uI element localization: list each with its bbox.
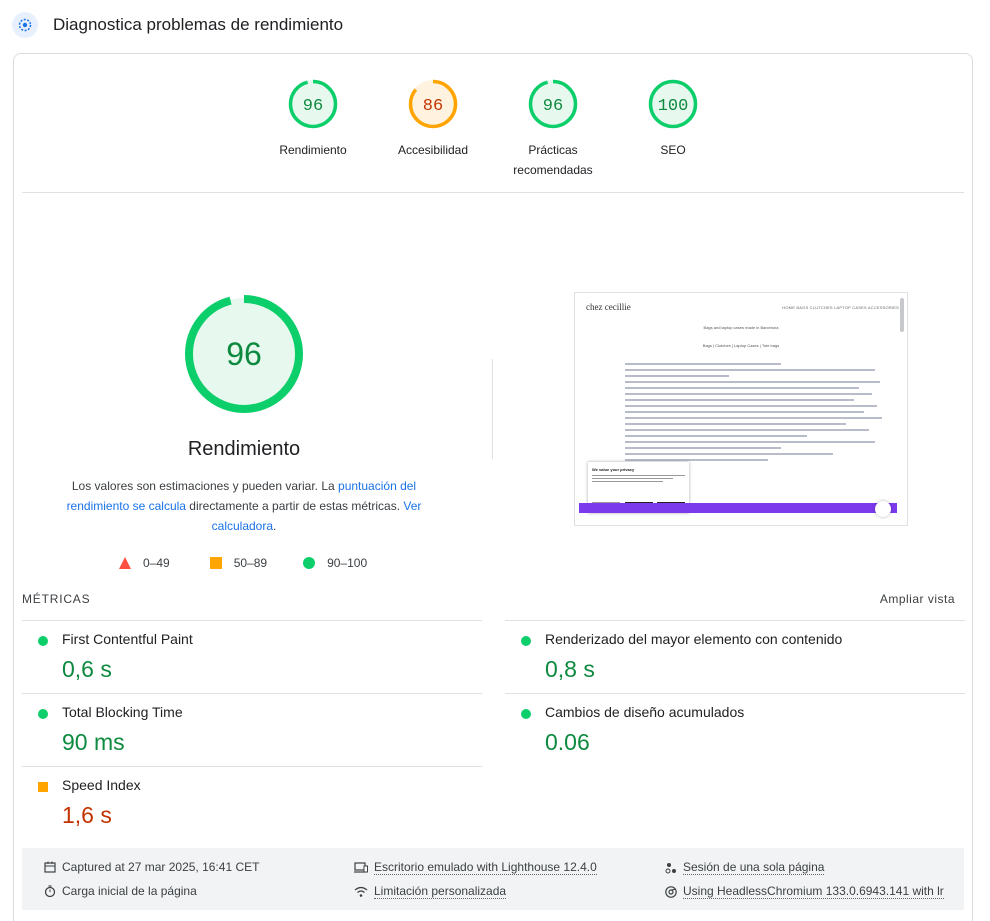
category-gauges: 96 Rendimiento 86 Accesibilidad 96 Práct… — [14, 78, 972, 188]
vertical-divider — [492, 359, 493, 459]
timer-icon — [44, 885, 56, 897]
circle-icon — [38, 636, 48, 646]
metric-value: 0.06 — [545, 729, 590, 755]
gauge-label: Accesibilidad — [397, 143, 469, 157]
footer-browser[interactable]: Using HeadlessChromium 133.0.6943.141 wi… — [665, 884, 944, 899]
metric-value: 1,6 s — [62, 802, 112, 828]
calendar-icon — [44, 861, 56, 873]
divider — [22, 192, 964, 193]
chrome-icon — [665, 885, 677, 898]
performance-title: Rendimiento — [187, 438, 301, 460]
site-tabs: Bags | Clutches | Laptop Cases | Tote ba… — [702, 343, 780, 348]
footer-throttling[interactable]: Limitación personalizada — [354, 884, 507, 899]
footer-text: Carga inicial de la página — [62, 884, 197, 898]
footer-text: Limitación personalizada — [374, 884, 507, 899]
metric-cls: Cambios de diseño acumulados 0.06 — [505, 693, 965, 766]
footer-text: Using HeadlessChromium 133.0.6943.141 wi… — [683, 884, 944, 899]
score-value: 96 — [543, 97, 563, 116]
square-icon — [38, 782, 48, 792]
metric-lcp: Renderizado del mayor elemento con conte… — [505, 620, 965, 693]
site-tagline: Bags and laptop cases made in Barcelona — [703, 325, 779, 330]
score-ring: 100 — [648, 79, 698, 129]
footer-emulated[interactable]: Escritorio emulado with Lighthouse 12.4.… — [354, 860, 597, 875]
metric-name: Cambios de diseño acumulados — [545, 704, 745, 720]
legend-label: 90–100 — [327, 556, 368, 570]
gauge-accessibility[interactable]: 86 Accesibilidad — [373, 78, 493, 160]
nodes-icon — [665, 862, 676, 873]
score-value: 96 — [303, 97, 323, 116]
score-ring: 96 — [288, 79, 338, 129]
performance-score-value: 96 — [226, 336, 262, 372]
metric-fcp: First Contentful Paint 0,6 s — [22, 620, 482, 693]
gauge-label: Rendimiento — [279, 143, 347, 157]
score-legend: 0–49 50–89 90–100 — [119, 556, 397, 570]
legend-average: 50–89 — [209, 556, 268, 570]
final-screenshot[interactable]: chez cecillie HOME BAGS CLUTCHES LAPTOP … — [574, 292, 908, 526]
header: Diagnostica problemas de rendimiento — [12, 10, 343, 40]
metric-name: Total Blocking Time — [62, 704, 183, 720]
metric-name: Speed Index — [62, 777, 141, 793]
gauge-seo[interactable]: 100 SEO — [613, 78, 733, 160]
desc-text: directamente a partir de estas métricas. — [185, 499, 404, 513]
site-banner — [579, 503, 897, 513]
square-icon — [209, 557, 222, 569]
gauge-label: Prácticas recomendadas — [513, 143, 593, 177]
site-brand: chez cecillie — [586, 302, 631, 312]
performance-score-gauge: 96 — [184, 294, 304, 414]
metric-name: Renderizado del mayor elemento con conte… — [545, 631, 843, 647]
desktop-icon — [354, 861, 368, 873]
footer-text: Captured at 27 mar 2025, 16:41 CET — [62, 860, 260, 874]
score-value: 86 — [423, 97, 443, 116]
score-description: Los valores son estimaciones y pueden va… — [64, 476, 424, 536]
circle-icon — [521, 709, 531, 719]
circle-icon — [303, 557, 316, 569]
metric-tbt: Total Blocking Time 90 ms — [22, 693, 482, 766]
footer-text: Sesión de una sola página — [683, 860, 825, 875]
legend-fail: 0–49 — [119, 556, 170, 570]
triangle-icon — [119, 557, 131, 569]
metric-value: 0,8 s — [545, 656, 595, 682]
cookie-title: We value your privacy — [592, 467, 635, 472]
circle-icon — [521, 636, 531, 646]
runtime-settings: Captured at 27 mar 2025, 16:41 CET Carga… — [22, 848, 964, 910]
gauge-best-practices[interactable]: 96 Prácticas recomendadas — [493, 78, 613, 180]
desc-text: . — [273, 519, 277, 533]
metric-si: Speed Index 1,6 s — [22, 766, 482, 839]
circle-icon — [38, 709, 48, 719]
score-value: 100 — [658, 97, 689, 116]
legend-label: 50–89 — [233, 556, 268, 570]
legend-pass: 90–100 — [303, 556, 367, 570]
site-nav: HOME BAGS CLUTCHES LAPTOP CASES ACCESSOR… — [782, 305, 899, 310]
score-ring: 86 — [408, 79, 458, 129]
page-title: Diagnostica problemas de rendimiento — [53, 15, 344, 34]
footer-load: Carga inicial de la página — [44, 884, 197, 898]
expand-view-button[interactable]: Ampliar vista — [880, 592, 955, 606]
gauge-performance[interactable]: 96 Rendimiento — [253, 78, 373, 160]
metric-value: 0,6 s — [62, 656, 112, 682]
diagnostics-icon — [12, 12, 38, 38]
desc-text: Los valores son estimaciones y pueden va… — [71, 479, 339, 493]
metric-name: First Contentful Paint — [62, 631, 193, 647]
legend-label: 0–49 — [143, 556, 170, 570]
site-code-block — [625, 363, 885, 465]
metrics-header: MÉTRICAS Ampliar vista — [22, 592, 955, 606]
report-card: 96 Rendimiento 86 Accesibilidad 96 Práct… — [13, 53, 973, 921]
wifi-icon — [354, 886, 368, 897]
metric-value: 90 ms — [62, 729, 125, 755]
metrics-heading: MÉTRICAS — [22, 592, 91, 606]
footer-text: Escritorio emulado with Lighthouse 12.4.… — [374, 860, 597, 875]
footer-session[interactable]: Sesión de una sola página — [665, 860, 825, 875]
cart-icon — [875, 501, 891, 517]
score-ring: 96 — [528, 79, 578, 129]
footer-captured: Captured at 27 mar 2025, 16:41 CET — [44, 860, 259, 874]
gauge-label: SEO — [660, 143, 686, 157]
